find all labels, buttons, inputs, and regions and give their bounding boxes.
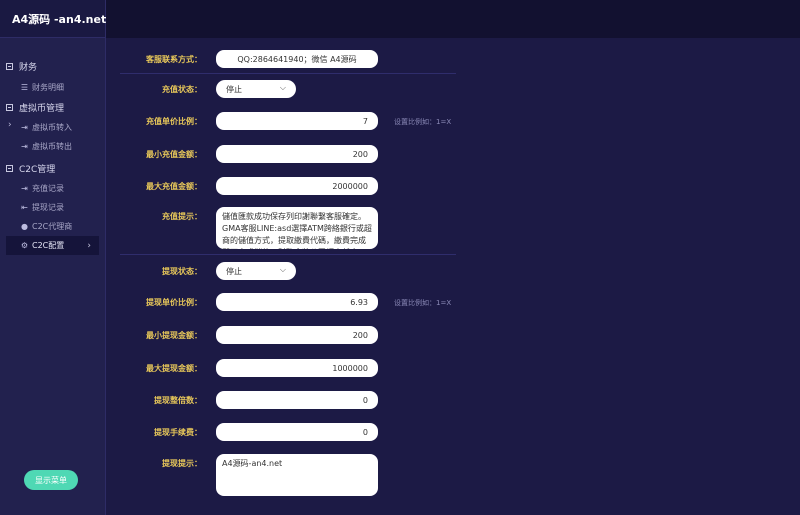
sidebar-item-crypto-in[interactable]: ⇥ 虚拟币转入	[0, 118, 105, 137]
sidebar-item-label: 提现记录	[32, 203, 64, 212]
sidebar-group-label: 虚拟币管理	[19, 103, 65, 114]
collapse-icon	[6, 164, 13, 172]
chevron-right-icon: ›	[87, 240, 91, 251]
collapse-icon	[6, 62, 13, 70]
sidebar-item-crypto-out[interactable]: ⇥ 虚拟币转出	[0, 137, 105, 156]
collapse-icon	[6, 103, 13, 111]
sidebar-item-c2c-config[interactable]: ⚙ C2C配置 ›	[6, 236, 99, 255]
min-withdraw-input[interactable]: 200	[216, 326, 378, 344]
config-form: 客服联系方式： QQ:2864641940；微信 A4源码 充值状态： 停止 ⌵…	[120, 38, 800, 515]
chevron-down-icon: ⌵	[279, 83, 286, 92]
withdraw-fee-input[interactable]: 0	[216, 423, 378, 441]
show-menu-button[interactable]: 显示菜单	[24, 470, 78, 490]
withdraw-tip-label: 提现提示：	[162, 459, 202, 468]
withdraw-ratio-hint: 设置比例如：1=X	[394, 299, 452, 307]
withdraw-multiple-label: 提现整倍数：	[154, 396, 202, 405]
max-withdraw-label: 最大提现金额：	[146, 364, 202, 373]
withdraw-status-select[interactable]: 停止 ⌵	[216, 262, 296, 280]
withdraw-fee-label: 提现手续费：	[154, 428, 202, 437]
withdraw-tip-textarea[interactable]: A4源码-an4.net	[216, 454, 378, 496]
min-recharge-input[interactable]: 200	[216, 145, 378, 163]
list-icon: ☰	[20, 83, 29, 92]
chevron-down-icon: ⌵	[279, 265, 286, 274]
sidebar-item-label: 虚拟币转入	[32, 123, 72, 132]
sign-in-icon: ⇥	[21, 142, 28, 151]
max-withdraw-input[interactable]: 1000000	[216, 359, 378, 377]
sidebar-group-c2c[interactable]: C2C管理	[0, 160, 105, 176]
brand-name: A4源码 -an4.net	[12, 12, 107, 26]
sign-in-icon: ⇥	[21, 184, 28, 193]
withdraw-price-ratio-label: 提现单价比例：	[146, 298, 202, 307]
sidebar-item-label: C2C配置	[32, 241, 65, 250]
recharge-status-value: 停止	[226, 84, 242, 94]
withdraw-multiple-input[interactable]: 0	[216, 391, 378, 409]
recharge-price-ratio-label: 充值单价比例：	[146, 117, 202, 126]
recharge-tip-textarea[interactable]: 儲值匯款成功保存列印謝聯繫客服確定。GMA客服LINE:asd選擇ATM跨絡銀行…	[216, 207, 378, 249]
sidebar: A4源码 -an4.net 财务 ☰ 财务明细 虚拟币管理 ⇥ 虚拟币转入 ⇥ …	[0, 0, 106, 515]
sidebar-item-label: 充值记录	[32, 184, 64, 193]
divider	[120, 73, 456, 74]
max-recharge-input[interactable]: 2000000	[216, 177, 378, 195]
brand-bar: A4源码 -an4.net	[0, 0, 107, 38]
sidebar-item-recharge-records[interactable]: ⇥ 充值记录	[0, 179, 105, 198]
sidebar-item-finance-details[interactable]: ☰ 财务明细	[0, 78, 105, 97]
min-recharge-label: 最小充值金额：	[146, 150, 202, 159]
contact-input[interactable]: QQ:2864641940；微信 A4源码	[216, 50, 378, 68]
withdraw-status-value: 停止	[226, 266, 242, 276]
sidebar-item-label: C2C代理商	[32, 222, 73, 231]
sidebar-group-finance[interactable]: 财务	[0, 58, 105, 74]
sidebar-group-label: C2C管理	[19, 164, 56, 175]
recharge-status-label: 充值状态：	[162, 85, 202, 94]
withdraw-price-ratio-input[interactable]: 6.93	[216, 293, 378, 311]
gear-icon: ⚙	[20, 241, 29, 250]
user-icon: ●	[21, 222, 28, 231]
recharge-status-select[interactable]: 停止 ⌵	[216, 80, 296, 98]
sign-in-icon: ⇥	[21, 123, 28, 132]
sidebar-group-label: 财务	[19, 62, 38, 73]
contact-label: 客服联系方式：	[146, 55, 202, 64]
sidebar-group-crypto[interactable]: 虚拟币管理	[0, 99, 105, 115]
max-recharge-label: 最大充值金额：	[146, 182, 202, 191]
recharge-ratio-hint: 设置比例如：1=X	[394, 118, 452, 126]
sign-out-icon: ⇤	[21, 203, 28, 212]
recharge-price-ratio-input[interactable]: 7	[216, 112, 378, 130]
sidebar-item-withdraw-records[interactable]: ⇤ 提现记录	[0, 198, 105, 217]
sidebar-item-label: 虚拟币转出	[32, 142, 72, 151]
withdraw-status-label: 提现状态：	[162, 267, 202, 276]
recharge-tip-label: 充值提示：	[162, 212, 202, 221]
chevron-right-icon[interactable]: ›	[8, 120, 12, 130]
sidebar-item-label: 财务明细	[32, 83, 64, 92]
divider	[120, 254, 456, 255]
min-withdraw-label: 最小提现金额：	[146, 331, 202, 340]
top-bar	[106, 0, 800, 38]
sidebar-item-c2c-agent[interactable]: ● C2C代理商	[0, 217, 105, 236]
